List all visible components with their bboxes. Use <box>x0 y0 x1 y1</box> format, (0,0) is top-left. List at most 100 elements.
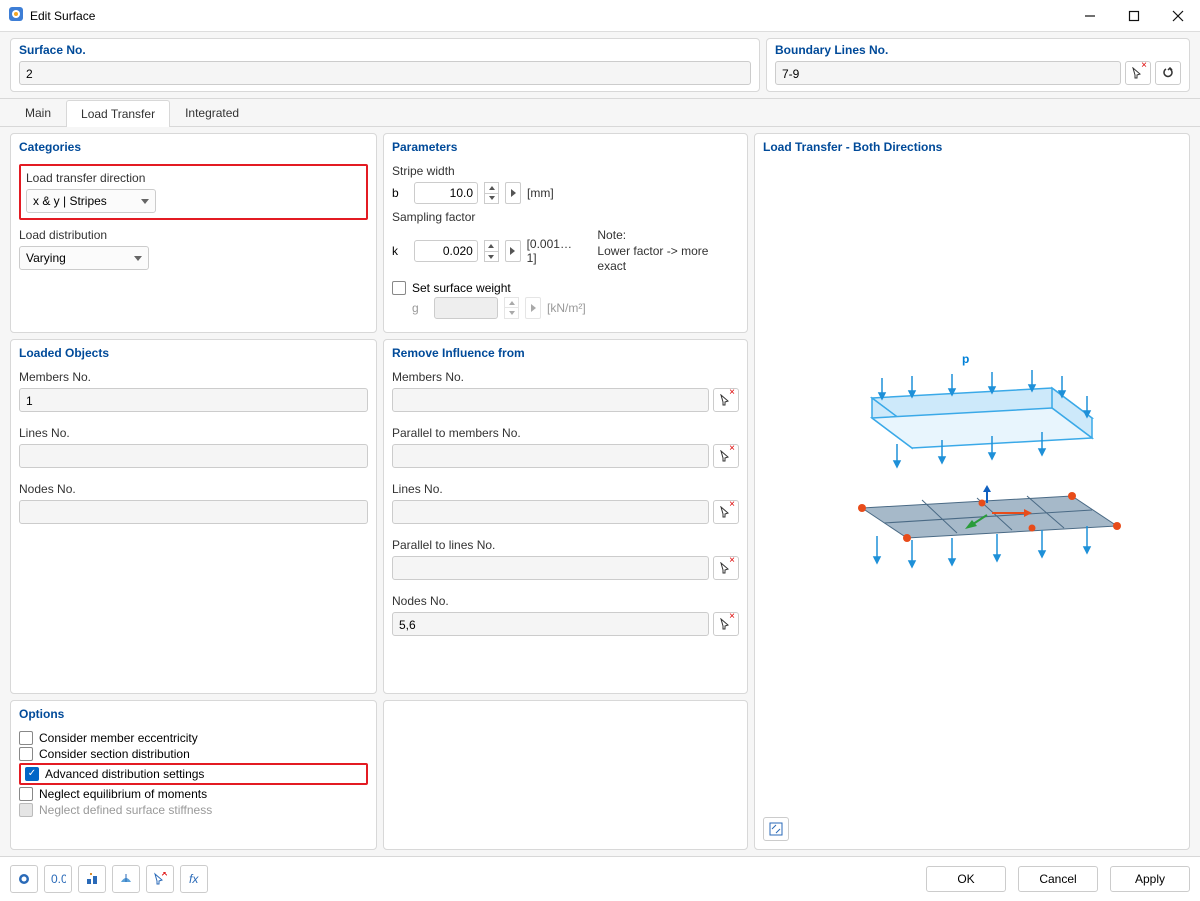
remove-members-label: Members No. <box>392 370 739 384</box>
loaded-lines-input[interactable] <box>19 444 368 468</box>
remove-lines-pick[interactable] <box>713 500 739 524</box>
remove-nodes-pick[interactable] <box>713 612 739 636</box>
footer-tool6-button[interactable]: fx <box>180 865 208 893</box>
set-surface-weight-check[interactable]: Set surface weight <box>392 281 739 295</box>
checkbox-icon <box>19 747 33 761</box>
preview-canvas[interactable]: p <box>763 160 1181 815</box>
window-title: Edit Surface <box>24 9 1068 23</box>
stripe-sym: b <box>392 186 408 200</box>
surface-no-input[interactable]: 2 <box>19 61 751 85</box>
boundary-label: Boundary Lines No. <box>775 43 1181 57</box>
tab-row: Main Load Transfer Integrated <box>0 99 1200 127</box>
header-inputs: Surface No. 2 Boundary Lines No. 7-9 <box>0 32 1200 99</box>
remove-par-lines-label: Parallel to lines No. <box>392 538 739 552</box>
remove-lines-label: Lines No. <box>392 482 739 496</box>
remove-members-input[interactable] <box>392 388 709 412</box>
left-column: Categories Load transfer direction x & y… <box>10 133 377 850</box>
checkbox-checked-icon <box>25 767 39 781</box>
sampling-label: Sampling factor <box>392 210 739 224</box>
options-panel: Options Consider member eccentricity Con… <box>10 700 377 850</box>
stripe-unit: [mm] <box>527 186 554 200</box>
remove-par-lines-input[interactable] <box>392 556 709 580</box>
remove-lines-input[interactable] <box>392 500 709 524</box>
preview-panel: Load Transfer - Both Directions p <box>754 133 1190 850</box>
svg-text:fx: fx <box>189 872 199 886</box>
right-column: Load Transfer - Both Directions p <box>754 133 1190 850</box>
load-distribution-select[interactable]: Varying <box>19 246 149 270</box>
window-close-button[interactable] <box>1156 0 1200 32</box>
load-direction-highlight: Load transfer direction x & y | Stripes <box>19 164 368 220</box>
app-icon <box>8 6 24 25</box>
categories-title: Categories <box>19 140 368 154</box>
surface-no-group: Surface No. 2 <box>10 38 760 92</box>
g-go-button <box>525 297 541 319</box>
window-minimize-button[interactable] <box>1068 0 1112 32</box>
svg-text:×: × <box>161 872 167 880</box>
content-area: Categories Load transfer direction x & y… <box>0 127 1200 856</box>
option-eccentricity[interactable]: Consider member eccentricity <box>19 731 368 745</box>
load-direction-value: x & y | Stripes <box>33 194 107 208</box>
apply-button[interactable]: Apply <box>1110 866 1190 892</box>
loaded-objects-panel: Loaded Objects Members No. 1 Lines No. N… <box>10 339 377 694</box>
footer-tool3-button[interactable] <box>78 865 106 893</box>
boundary-lines-group: Boundary Lines No. 7-9 <box>766 38 1190 92</box>
load-distribution-value: Varying <box>26 251 66 265</box>
parameters-title: Parameters <box>392 140 739 154</box>
remove-par-lines-pick[interactable] <box>713 556 739 580</box>
footer-tool4-button[interactable] <box>112 865 140 893</box>
cancel-button[interactable]: Cancel <box>1018 866 1098 892</box>
load-label-p: p <box>962 352 969 366</box>
tab-main[interactable]: Main <box>10 99 66 126</box>
g-unit: [kN/m²] <box>547 301 586 315</box>
option-neglect-equilibrium[interactable]: Neglect equilibrium of moments <box>19 787 368 801</box>
remove-par-members-pick[interactable] <box>713 444 739 468</box>
boundary-input[interactable]: 7-9 <box>775 61 1121 85</box>
loaded-members-label: Members No. <box>19 370 368 384</box>
load-direction-select[interactable]: x & y | Stripes <box>26 189 156 213</box>
tab-load-transfer[interactable]: Load Transfer <box>66 100 170 127</box>
stripe-spinner[interactable] <box>484 182 499 204</box>
boundary-pick-button[interactable] <box>1125 61 1151 85</box>
mid-column: Parameters Stripe width b [mm] Sampling … <box>383 133 748 850</box>
stripe-width-input[interactable] <box>414 182 478 204</box>
option-label: Neglect defined surface stiffness <box>39 803 212 817</box>
stripe-width-label: Stripe width <box>392 164 739 178</box>
footer-bar: 0.00 × fx OK Cancel Apply <box>0 856 1200 901</box>
tab-integrated[interactable]: Integrated <box>170 99 254 126</box>
loaded-nodes-input[interactable] <box>19 500 368 524</box>
boundary-reverse-button[interactable] <box>1155 61 1181 85</box>
sampling-spinner[interactable] <box>484 240 499 262</box>
g-sym: g <box>412 301 428 315</box>
footer-units-button[interactable]: 0.00 <box>44 865 72 893</box>
set-surface-weight-label: Set surface weight <box>412 281 511 295</box>
remove-par-members-input[interactable] <box>392 444 709 468</box>
surface-no-label: Surface No. <box>19 43 751 57</box>
checkbox-disabled-icon <box>19 803 33 817</box>
footer-help-button[interactable] <box>10 865 38 893</box>
checkbox-icon <box>19 787 33 801</box>
checkbox-icon <box>392 281 406 295</box>
ok-button[interactable]: OK <box>926 866 1006 892</box>
option-advanced-distribution[interactable]: Advanced distribution settings <box>25 767 362 781</box>
remove-nodes-input[interactable]: 5,6 <box>392 612 709 636</box>
remove-members-pick[interactable] <box>713 388 739 412</box>
load-distribution-label: Load distribution <box>19 228 368 242</box>
remove-influence-panel: Remove Influence from Members No. Parall… <box>383 339 748 694</box>
window-titlebar: Edit Surface <box>0 0 1200 32</box>
option-label: Neglect equilibrium of moments <box>39 787 207 801</box>
window-maximize-button[interactable] <box>1112 0 1156 32</box>
option-advanced-highlight: Advanced distribution settings <box>19 763 368 785</box>
sampling-go-button[interactable] <box>505 240 521 262</box>
stripe-go-button[interactable] <box>505 182 521 204</box>
option-label: Consider section distribution <box>39 747 190 761</box>
chevron-down-icon <box>134 256 142 261</box>
option-section-distribution[interactable]: Consider section distribution <box>19 747 368 761</box>
remove-nodes-label: Nodes No. <box>392 594 739 608</box>
footer-tool5-button[interactable]: × <box>146 865 174 893</box>
load-direction-label: Load transfer direction <box>26 171 361 185</box>
preview-toolbar-button[interactable] <box>763 817 789 841</box>
sampling-input[interactable] <box>414 240 478 262</box>
g-input <box>434 297 498 319</box>
g-spinner <box>504 297 519 319</box>
loaded-members-input[interactable]: 1 <box>19 388 368 412</box>
